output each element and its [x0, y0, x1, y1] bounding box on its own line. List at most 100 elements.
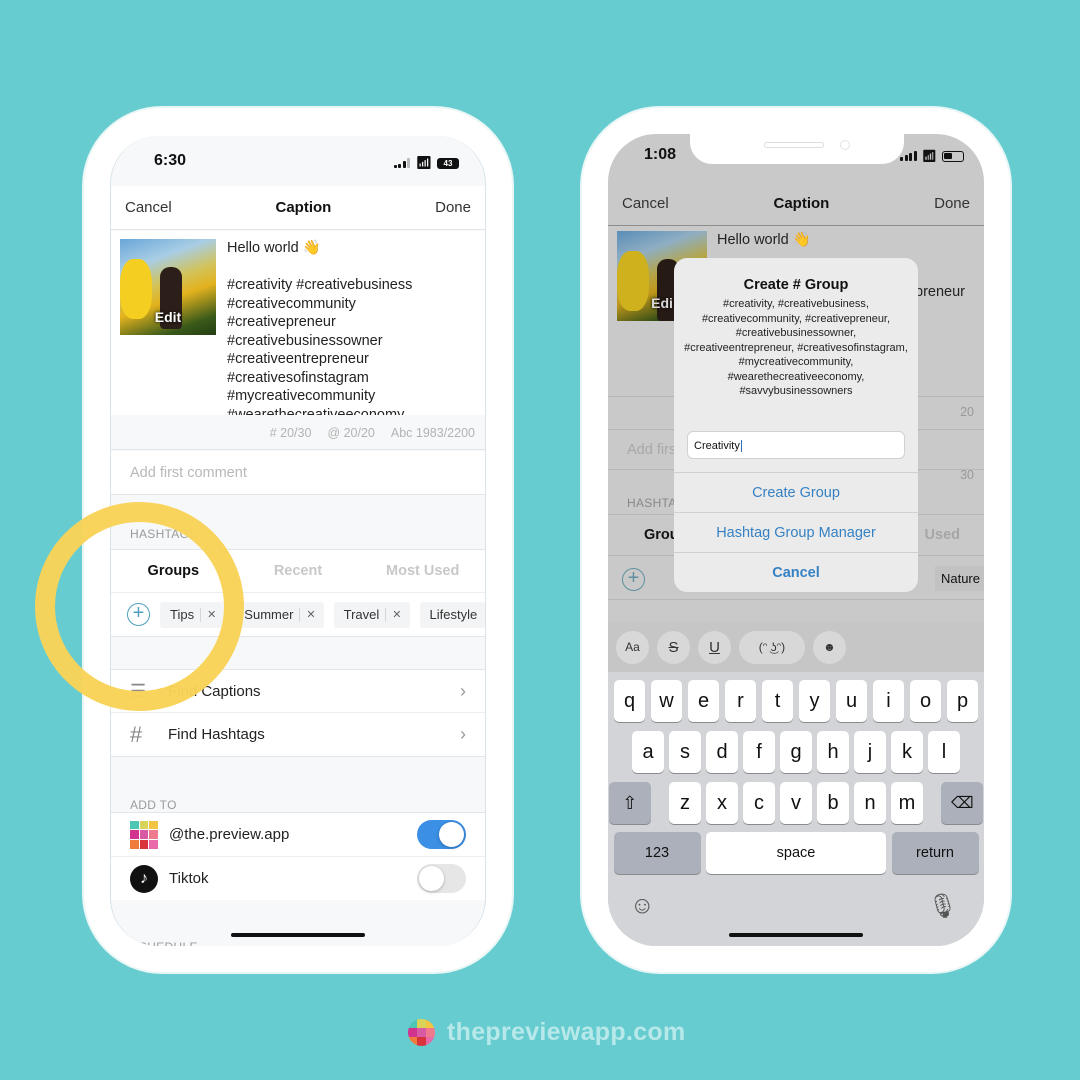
key-b[interactable]: b	[817, 782, 849, 824]
underline-button[interactable]: U	[698, 630, 731, 664]
keyboard: Aa S U (ᵔ ͜ʖᵔ) ☻ qwertyuiop asdfghjkl ⇧ …	[608, 622, 984, 946]
caption-text[interactable]: Hello world 👋 #creativity #creativebusin…	[227, 239, 412, 415]
add-to-section-label: ADD TO	[130, 798, 177, 812]
kaomoji-button[interactable]: (ᵔ ͜ʖᵔ)	[739, 630, 805, 664]
count-partial: 20	[960, 405, 974, 419]
key-e[interactable]: e	[687, 680, 720, 722]
key-c[interactable]: c	[743, 782, 775, 824]
chip-travel[interactable]: Travel ✕	[333, 601, 410, 628]
chip-lifestyle[interactable]: Lifestyle	[419, 601, 485, 628]
caption-text: Hello world 👋	[717, 232, 811, 248]
font-style-button[interactable]: Aa	[616, 630, 649, 664]
tab-groups[interactable]: Groups	[111, 563, 236, 579]
key-i[interactable]: i	[872, 680, 905, 722]
key-v[interactable]: v	[780, 782, 812, 824]
footer-brand: thepreviewapp.com	[408, 1018, 686, 1047]
keyboard-toolbar: Aa S U (ᵔ ͜ʖᵔ) ☻	[608, 622, 984, 672]
tab-most-used: Used	[924, 527, 960, 543]
key-f[interactable]: f	[743, 731, 775, 773]
tiktok-toggle[interactable]	[417, 864, 466, 893]
hashtag-group-chips: + Tips ✕ Summer ✕ Travel ✕ Lifestyle	[111, 593, 485, 637]
remove-icon[interactable]: ✕	[392, 608, 401, 621]
key-l[interactable]: l	[928, 731, 960, 773]
account-row-tiktok: ♪ Tiktok	[111, 856, 485, 900]
chip-summer[interactable]: Summer ✕	[234, 601, 324, 628]
backspace-key[interactable]: ⌫	[941, 782, 984, 824]
account-row-preview: @the.preview.app	[111, 812, 485, 856]
nav-bar: Cancel Caption Done	[608, 182, 984, 226]
key-q[interactable]: q	[613, 680, 646, 722]
key-h[interactable]: h	[817, 731, 849, 773]
tab-most-used[interactable]: Most Used	[360, 563, 485, 579]
remove-icon[interactable]: ✕	[207, 608, 216, 621]
first-comment-input[interactable]: Add first comment	[111, 451, 485, 495]
return-key[interactable]: return	[891, 832, 979, 874]
add-group-icon[interactable]: +	[127, 603, 150, 626]
preview-app-icon	[130, 820, 158, 849]
key-u[interactable]: u	[835, 680, 868, 722]
hashtag-group-manager-button[interactable]: Hashtag Group Manager	[674, 512, 918, 552]
status-time: 1:08	[644, 146, 677, 163]
battery-icon: 43	[437, 157, 459, 169]
key-o[interactable]: o	[909, 680, 942, 722]
schedule-section-label: SCHEDULE	[130, 940, 198, 946]
chip-label: Travel	[343, 607, 380, 622]
caption-editor[interactable]: Edit Hello world 👋 #creativity #creative…	[111, 231, 485, 415]
done-button[interactable]: Done	[934, 195, 970, 212]
numbers-key[interactable]: 123	[613, 832, 701, 874]
shift-key[interactable]: ⇧	[608, 782, 651, 824]
key-z[interactable]: z	[669, 782, 701, 824]
char-count: Abc 1983/2200	[390, 425, 475, 440]
create-group-button[interactable]: Create Group	[674, 472, 918, 512]
key-r[interactable]: r	[724, 680, 757, 722]
status-bar: 6:30 📶︎ 43	[111, 136, 485, 186]
chip-label: Tips	[170, 607, 195, 622]
caption-text-partial: preneur	[915, 284, 965, 300]
edit-label[interactable]: Edit	[120, 309, 216, 325]
tiktok-icon: ♪	[130, 864, 158, 893]
key-w[interactable]: w	[650, 680, 683, 722]
key-g[interactable]: g	[780, 731, 812, 773]
home-indicator	[231, 933, 365, 937]
dialog-cancel-button[interactable]: Cancel	[674, 552, 918, 592]
emoji-keyboard-icon[interactable]: ☺	[630, 892, 655, 920]
mention-count: @ 20/20	[327, 425, 375, 440]
hash-icon: #	[130, 721, 143, 747]
chip-label: Lifestyle	[429, 607, 478, 622]
key-d[interactable]: d	[706, 731, 738, 773]
count-partial: 30	[960, 468, 974, 482]
page-title: Caption	[275, 199, 332, 216]
add-group-icon: +	[622, 568, 645, 591]
preview-app-toggle[interactable]	[417, 820, 466, 849]
website-url[interactable]: thepreviewapp.com	[447, 1018, 686, 1047]
key-y[interactable]: y	[798, 680, 831, 722]
key-p[interactable]: p	[946, 680, 979, 722]
key-k[interactable]: k	[891, 731, 923, 773]
microphone-icon[interactable]: 🎙︎	[928, 892, 958, 921]
post-thumbnail[interactable]: Edit	[120, 239, 216, 335]
key-j[interactable]: j	[854, 731, 886, 773]
menu-label: Find Hashtags	[168, 726, 265, 743]
find-captions-row[interactable]: ☰ Find Captions ›	[111, 669, 485, 713]
key-x[interactable]: x	[706, 782, 738, 824]
nav-bar: Cancel Caption Done	[111, 186, 485, 230]
wifi-icon: 📶︎	[921, 149, 937, 163]
key-a[interactable]: a	[632, 731, 664, 773]
key-t[interactable]: t	[761, 680, 794, 722]
strikethrough-button[interactable]: S	[657, 630, 690, 664]
remove-icon[interactable]: ✕	[306, 608, 315, 621]
key-n[interactable]: n	[854, 782, 886, 824]
emoji-face-button[interactable]: ☻	[813, 630, 846, 664]
cancel-button[interactable]: Cancel	[125, 199, 172, 216]
chip-tips[interactable]: Tips ✕	[160, 601, 225, 628]
group-name-input[interactable]: Creativity	[687, 431, 905, 459]
space-key[interactable]: space	[706, 832, 886, 874]
done-button[interactable]: Done	[435, 199, 471, 216]
left-screen: 6:30 📶︎ 43 Cancel Caption Done Edit Hell…	[110, 136, 486, 946]
find-hashtags-row[interactable]: # Find Hashtags ›	[111, 713, 485, 757]
tab-recent[interactable]: Recent	[236, 563, 361, 579]
key-s[interactable]: s	[669, 731, 701, 773]
key-m[interactable]: m	[891, 782, 923, 824]
cancel-button[interactable]: Cancel	[622, 195, 669, 212]
hashtag-tabs: Groups Recent Most Used	[111, 549, 485, 593]
